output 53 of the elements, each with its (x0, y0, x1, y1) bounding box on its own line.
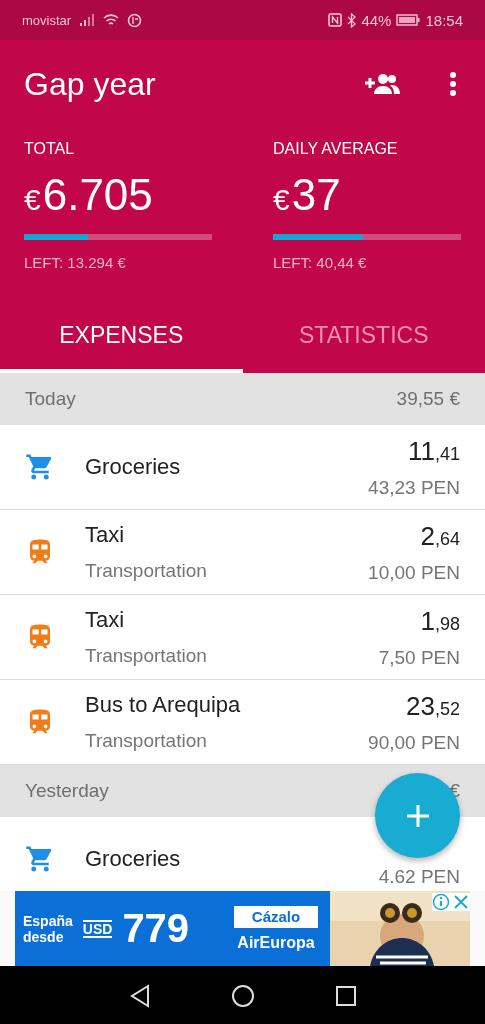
clock-time: 18:54 (425, 11, 463, 29)
ad-currency: USD (82, 919, 113, 938)
expense-amount: 1,98 (420, 605, 460, 637)
signal-icon (79, 14, 96, 26)
expense-name: Groceries (85, 454, 182, 480)
ad-price: 779 (122, 906, 190, 951)
expense-name: Bus to Arequipa (85, 692, 242, 718)
ad-text: España (23, 912, 73, 929)
expense-amount: 23,52 (406, 690, 460, 722)
bluetooth-icon (347, 12, 357, 28)
back-icon[interactable] (128, 983, 151, 1008)
battery-percent: 44% (361, 11, 392, 29)
expense-name: Taxi (85, 607, 126, 633)
original-amount: 4.62 PEN (378, 866, 460, 888)
close-icon[interactable] (452, 893, 470, 911)
section-total: 39,55 € (396, 388, 460, 410)
expense-amount: 2,64 (420, 520, 460, 552)
currency-symbol: € (24, 183, 41, 217)
battery-icon (396, 14, 421, 26)
ad-text: desde (23, 928, 64, 945)
add-people-icon[interactable] (363, 72, 401, 96)
tab[interactable]: STATISTICS (242, 301, 485, 373)
home-icon[interactable] (230, 983, 255, 1008)
remaining-amount: LEFT: 13.294 € (24, 254, 127, 271)
plus-icon (404, 802, 431, 829)
section-date: Today (25, 388, 76, 410)
currency-symbol: € (273, 183, 290, 217)
ad-brand: AirEuropa (237, 933, 315, 952)
section-date: Yesterday (25, 780, 109, 802)
more-menu-icon[interactable] (449, 71, 457, 97)
expense-category: Transportation (85, 560, 208, 582)
expense-name: Groceries (85, 846, 182, 872)
recents-icon[interactable] (334, 984, 357, 1007)
wifi-icon (103, 13, 120, 27)
app-title: Gap year (24, 65, 157, 103)
stat-value: 6.705 (42, 170, 153, 220)
stat-label: TOTAL (24, 140, 76, 158)
original-amount: 43,23 PEN (368, 476, 460, 499)
expense-category: Transportation (85, 730, 208, 752)
carrier-name: movistar (22, 12, 72, 28)
expense-category: Transportation (85, 645, 208, 667)
original-amount: 10,00 PEN (368, 561, 460, 584)
original-amount: 7,50 PEN (378, 646, 460, 669)
remaining-amount: LEFT: 40,44 € (273, 254, 368, 271)
original-amount: 90,00 PEN (368, 731, 460, 754)
data-saver-icon (127, 12, 143, 28)
info-icon[interactable] (432, 893, 450, 911)
ad-cta-button[interactable]: Cázalo (234, 905, 318, 928)
nfc-icon (328, 13, 343, 27)
stat-label: DAILY AVERAGE (273, 140, 399, 158)
expense-amount: 11,41 (407, 435, 460, 467)
expense-name: Taxi (85, 522, 126, 548)
stat-value: 37 (291, 170, 341, 220)
